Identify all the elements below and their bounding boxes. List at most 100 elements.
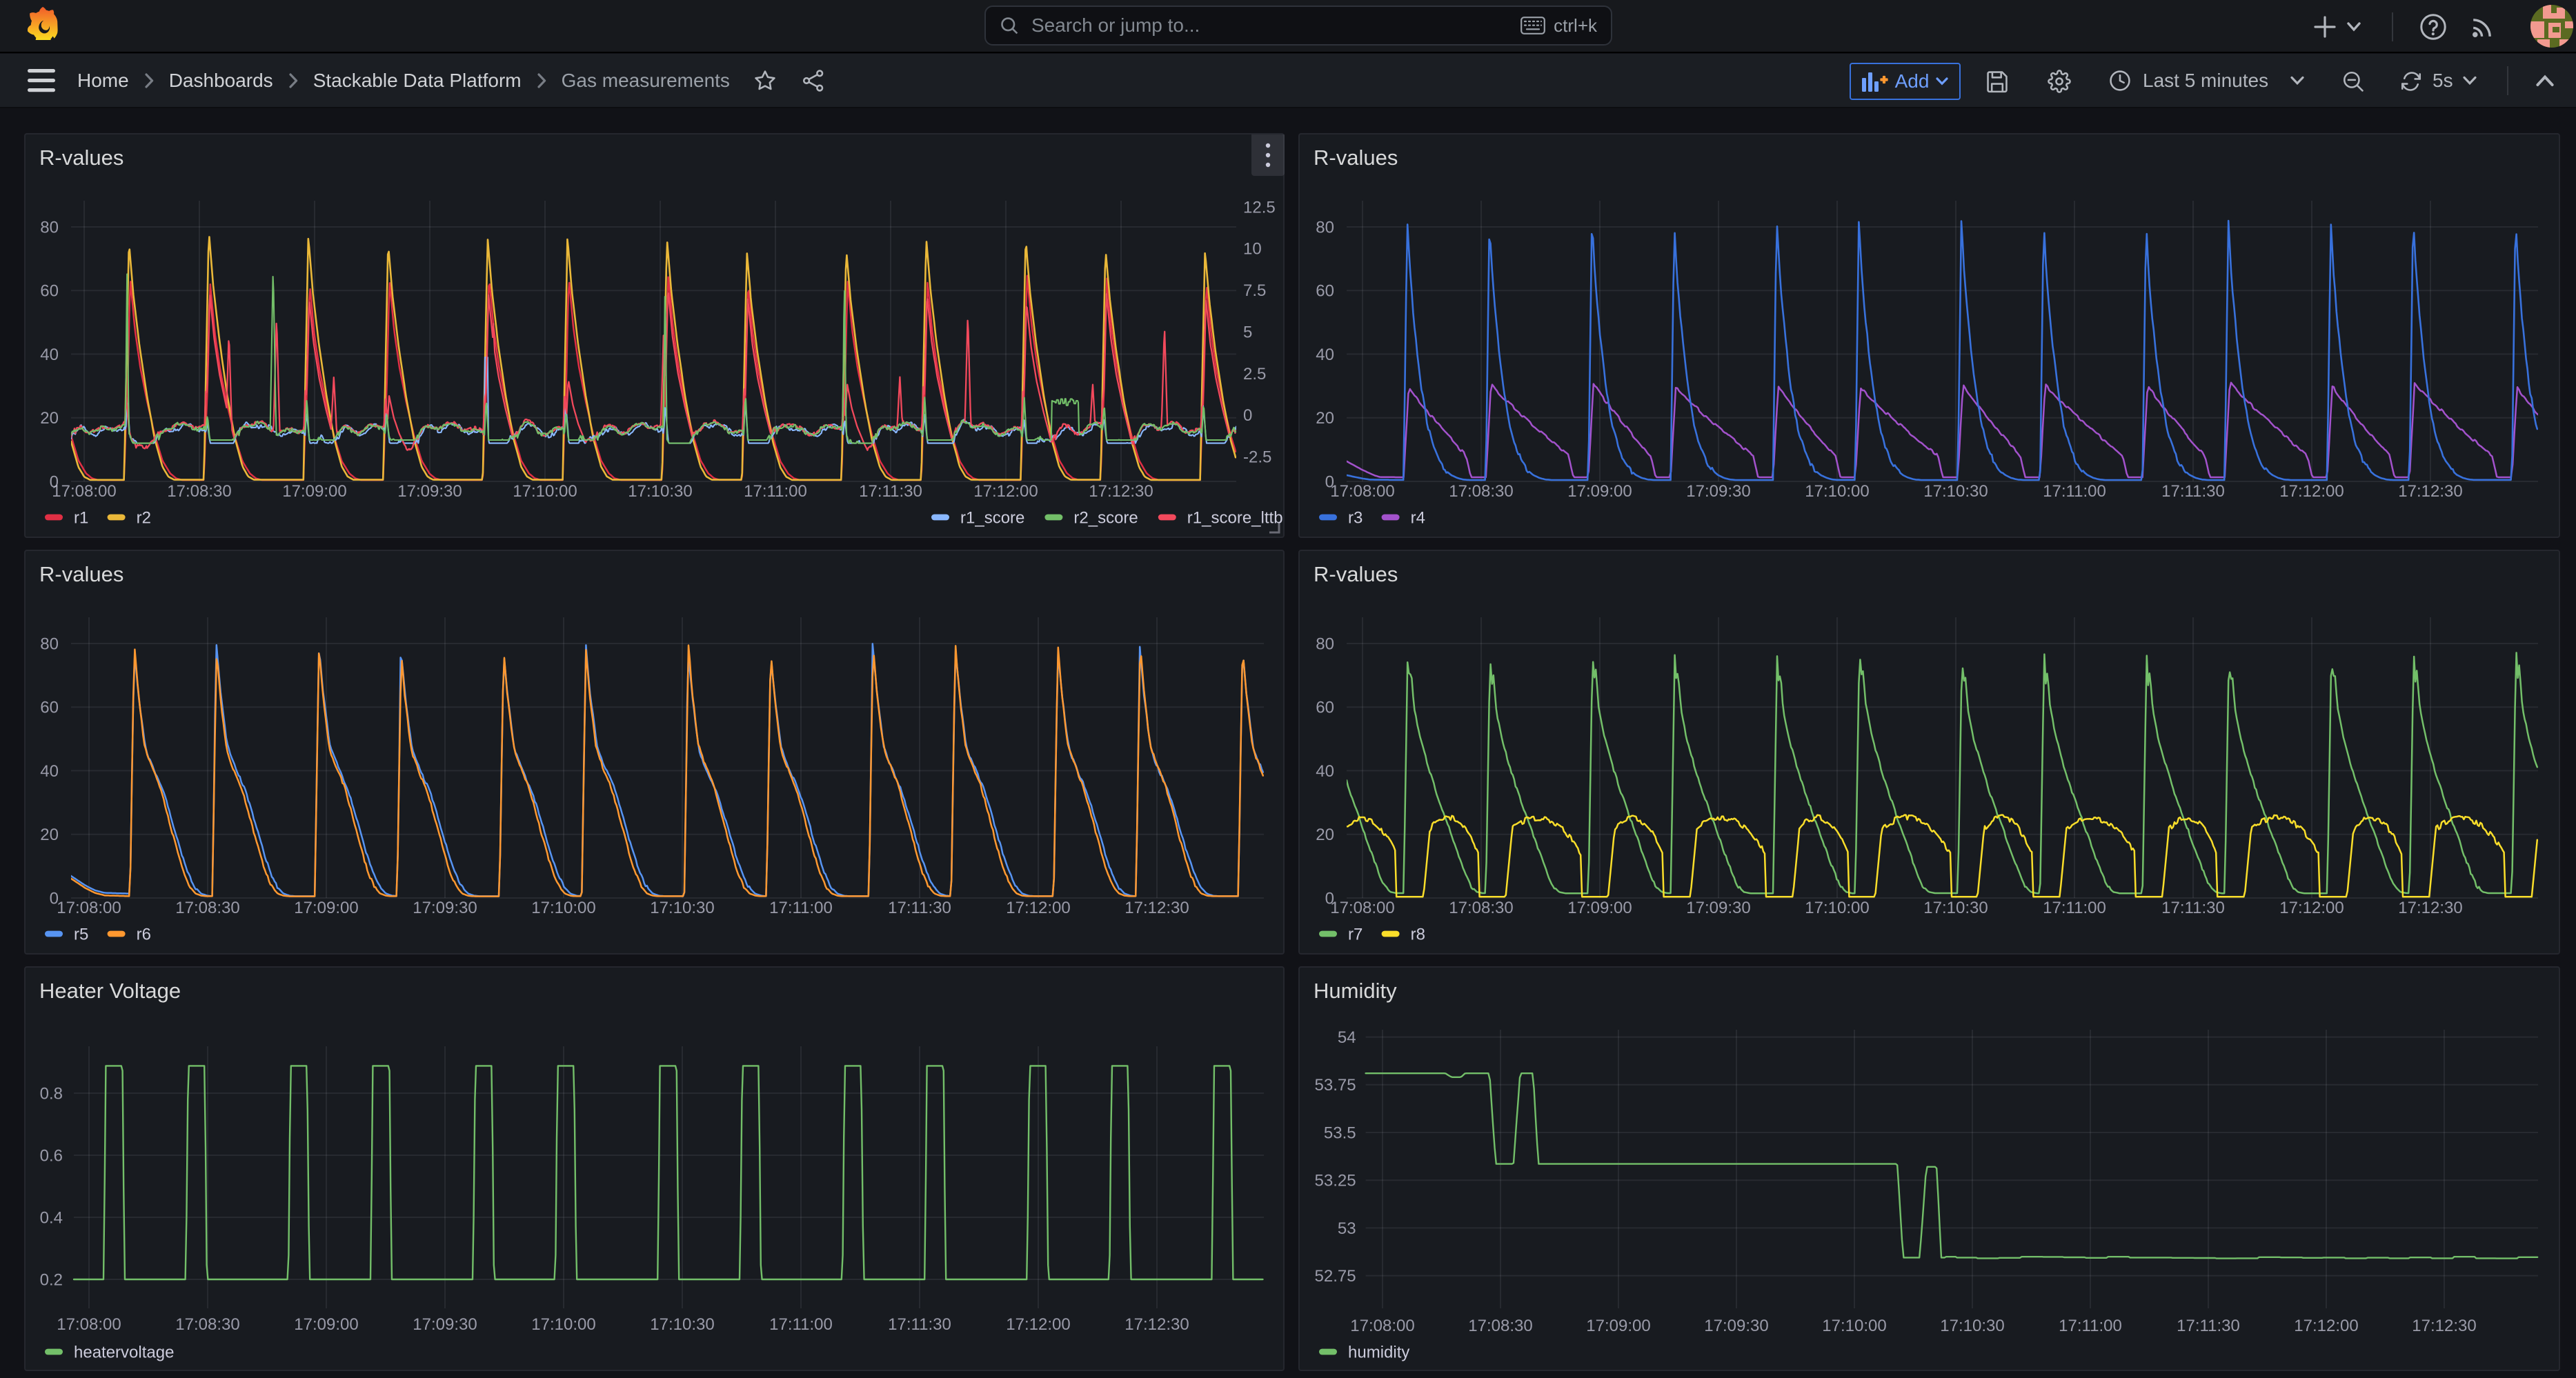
svg-text:17:11:30: 17:11:30 <box>888 899 951 917</box>
svg-text:17:10:30: 17:10:30 <box>1923 482 1988 501</box>
svg-text:53.5: 53.5 <box>1324 1124 1356 1142</box>
svg-text:53.75: 53.75 <box>1315 1076 1356 1095</box>
svg-text:-2.5: -2.5 <box>1243 448 1271 466</box>
svg-text:17:12:00: 17:12:00 <box>2279 899 2344 917</box>
svg-text:17:08:30: 17:08:30 <box>167 482 231 501</box>
svg-text:40: 40 <box>1316 762 1334 781</box>
svg-text:r1_score: r1_score <box>960 508 1024 527</box>
svg-text:17:08:30: 17:08:30 <box>1449 482 1513 501</box>
svg-text:r5: r5 <box>74 925 88 943</box>
svg-text:r8: r8 <box>1411 925 1425 943</box>
svg-text:10: 10 <box>1243 240 1262 259</box>
svg-text:17:12:00: 17:12:00 <box>973 482 1038 501</box>
svg-text:R-values: R-values <box>1314 146 1398 170</box>
svg-text:17:10:00: 17:10:00 <box>1822 1317 1886 1335</box>
svg-text:Heater Voltage: Heater Voltage <box>39 979 181 1003</box>
svg-text:17:09:00: 17:09:00 <box>1567 899 1632 917</box>
svg-text:heatervoltage: heatervoltage <box>74 1343 174 1361</box>
svg-text:80: 80 <box>1316 635 1334 653</box>
svg-text:17:09:00: 17:09:00 <box>1586 1317 1650 1335</box>
svg-text:17:08:00: 17:08:00 <box>52 482 116 501</box>
svg-text:17:12:00: 17:12:00 <box>2294 1317 2358 1335</box>
svg-text:17:09:30: 17:09:30 <box>1686 899 1750 917</box>
svg-text:r2_score: r2_score <box>1073 508 1138 527</box>
svg-text:80: 80 <box>40 635 59 653</box>
svg-text:17:12:00: 17:12:00 <box>1006 899 1070 917</box>
svg-text:Humidity: Humidity <box>1314 979 1397 1003</box>
svg-text:17:09:00: 17:09:00 <box>282 482 346 501</box>
svg-text:17:10:00: 17:10:00 <box>531 899 595 917</box>
svg-text:80: 80 <box>1316 218 1334 237</box>
svg-text:17:10:00: 17:10:00 <box>531 1315 595 1334</box>
svg-text:17:09:00: 17:09:00 <box>294 1315 358 1334</box>
svg-text:20: 20 <box>1316 409 1334 428</box>
svg-text:17:10:00: 17:10:00 <box>1805 482 1869 501</box>
svg-text:60: 60 <box>40 282 59 301</box>
svg-text:5: 5 <box>1243 323 1252 341</box>
svg-text:17:11:00: 17:11:00 <box>2043 899 2106 917</box>
svg-text:17:12:30: 17:12:30 <box>2398 482 2462 501</box>
svg-text:20: 20 <box>40 826 59 844</box>
svg-text:R-values: R-values <box>39 146 123 170</box>
svg-text:17:08:30: 17:08:30 <box>1468 1317 1532 1335</box>
svg-text:17:12:30: 17:12:30 <box>2398 899 2462 917</box>
svg-text:17:11:00: 17:11:00 <box>744 482 807 501</box>
svg-text:17:09:30: 17:09:30 <box>1686 482 1750 501</box>
svg-text:17:11:30: 17:11:30 <box>2161 899 2225 917</box>
svg-text:17:12:00: 17:12:00 <box>1006 1315 1070 1334</box>
svg-text:17:10:30: 17:10:30 <box>1923 899 1988 917</box>
svg-text:17:12:30: 17:12:30 <box>2412 1317 2476 1335</box>
svg-text:17:10:30: 17:10:30 <box>650 899 714 917</box>
svg-text:17:10:30: 17:10:30 <box>1940 1317 2004 1335</box>
svg-text:17:11:30: 17:11:30 <box>888 1315 951 1334</box>
svg-text:52.75: 52.75 <box>1315 1267 1356 1286</box>
svg-text:17:12:30: 17:12:30 <box>1124 899 1189 917</box>
svg-text:20: 20 <box>40 409 59 428</box>
svg-text:r1: r1 <box>74 508 88 527</box>
svg-text:17:09:30: 17:09:30 <box>413 1315 477 1334</box>
svg-text:53: 53 <box>1338 1219 1356 1238</box>
svg-text:54: 54 <box>1338 1028 1356 1047</box>
svg-text:7.5: 7.5 <box>1243 281 1266 300</box>
svg-text:R-values: R-values <box>39 562 123 586</box>
svg-text:R-values: R-values <box>1314 562 1398 586</box>
svg-text:53.25: 53.25 <box>1315 1172 1356 1190</box>
svg-text:40: 40 <box>40 762 59 781</box>
svg-text:17:12:30: 17:12:30 <box>1124 1315 1189 1334</box>
svg-text:17:08:30: 17:08:30 <box>175 1315 239 1334</box>
svg-text:17:09:30: 17:09:30 <box>413 899 477 917</box>
svg-text:2.5: 2.5 <box>1243 365 1266 383</box>
svg-text:60: 60 <box>1316 699 1334 717</box>
svg-text:17:11:00: 17:11:00 <box>2043 482 2106 501</box>
svg-text:0.2: 0.2 <box>40 1270 63 1289</box>
svg-text:17:08:00: 17:08:00 <box>1330 899 1394 917</box>
svg-text:17:08:30: 17:08:30 <box>175 899 239 917</box>
svg-text:0.6: 0.6 <box>40 1146 63 1165</box>
svg-text:17:08:00: 17:08:00 <box>57 899 121 917</box>
svg-text:17:11:30: 17:11:30 <box>2177 1317 2240 1335</box>
svg-text:17:11:30: 17:11:30 <box>2161 482 2225 501</box>
svg-text:60: 60 <box>40 699 59 717</box>
svg-text:17:12:30: 17:12:30 <box>1089 482 1153 501</box>
svg-text:80: 80 <box>40 218 59 237</box>
svg-text:17:11:00: 17:11:00 <box>769 1315 833 1334</box>
svg-text:0.8: 0.8 <box>40 1084 63 1103</box>
svg-text:17:12:00: 17:12:00 <box>2279 482 2344 501</box>
svg-text:17:08:00: 17:08:00 <box>57 1315 121 1334</box>
svg-text:17:08:00: 17:08:00 <box>1330 482 1394 501</box>
svg-text:17:10:00: 17:10:00 <box>1805 899 1869 917</box>
svg-text:17:11:00: 17:11:00 <box>2059 1317 2122 1335</box>
svg-text:12.5: 12.5 <box>1243 198 1276 217</box>
svg-text:17:09:30: 17:09:30 <box>397 482 462 501</box>
svg-text:17:10:30: 17:10:30 <box>628 482 692 501</box>
svg-text:r2: r2 <box>137 508 151 527</box>
svg-text:17:11:00: 17:11:00 <box>769 899 833 917</box>
svg-text:17:10:00: 17:10:00 <box>513 482 577 501</box>
svg-text:60: 60 <box>1316 282 1334 301</box>
svg-text:r4: r4 <box>1411 508 1425 527</box>
svg-text:humidity: humidity <box>1348 1343 1409 1361</box>
svg-text:r7: r7 <box>1348 925 1363 943</box>
svg-text:r3: r3 <box>1348 508 1363 527</box>
svg-text:20: 20 <box>1316 826 1334 844</box>
svg-text:17:11:30: 17:11:30 <box>859 482 922 501</box>
